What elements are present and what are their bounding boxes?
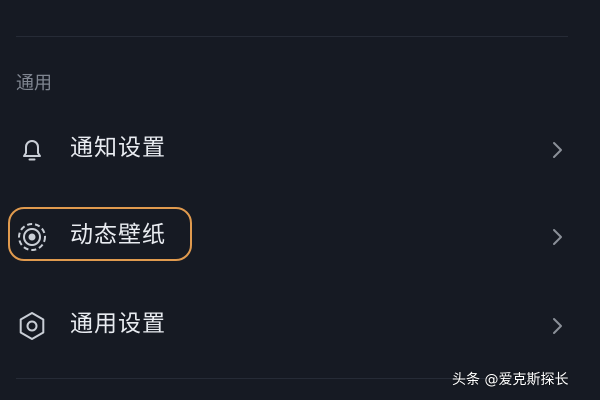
section-title-general: 通用: [16, 73, 52, 94]
settings-item-label: 通知设置: [70, 135, 166, 161]
chevron-right-icon: [550, 316, 566, 336]
chevron-right-icon: [550, 140, 566, 160]
settings-item-general[interactable]: 通用设置: [0, 294, 600, 354]
bell-icon: [16, 134, 48, 166]
settings-item-label: 通用设置: [70, 311, 166, 337]
settings-item-live-wallpaper[interactable]: 动态壁纸: [0, 205, 600, 265]
top-divider: [16, 36, 568, 37]
chevron-right-icon: [550, 227, 566, 247]
settings-item-notifications[interactable]: 通知设置: [0, 118, 600, 178]
live-wallpaper-icon: [16, 221, 48, 253]
watermark: 头条 @爱克斯探长: [452, 372, 569, 388]
gear-icon: [16, 310, 48, 342]
settings-item-label: 动态壁纸: [70, 222, 166, 248]
